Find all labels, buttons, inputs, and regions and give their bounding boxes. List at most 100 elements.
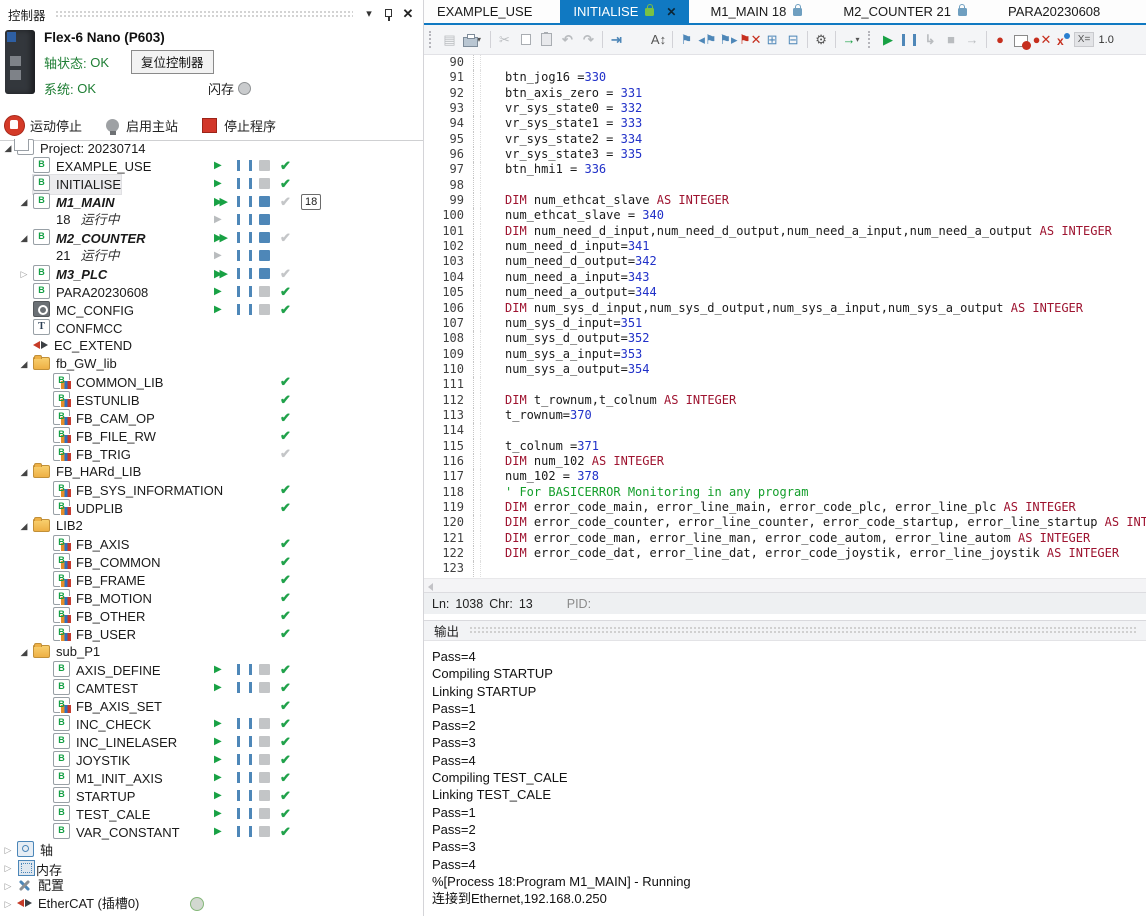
tree-item-PARA20230608[interactable]: PARA20230608▶✔ — [0, 283, 423, 301]
download-program-icon[interactable]: → — [839, 29, 860, 51]
tree-item-M1_MAIN[interactable]: ◢M1_MAIN▶▶✔18 — [0, 193, 423, 211]
collapse-icon[interactable]: ◢ — [18, 355, 30, 373]
trace-debug-icon[interactable] — [1053, 29, 1074, 51]
tree-item-AXIS_DEFINE[interactable]: AXIS_DEFINE▶✔ — [0, 661, 423, 679]
tree-item-_[interactable]: ▷轴 — [0, 841, 423, 859]
paste-icon[interactable] — [536, 29, 557, 51]
stop-icon[interactable] — [259, 286, 270, 297]
pause-icon[interactable] — [237, 682, 252, 693]
tree-item-FB_TRIG[interactable]: FB_TRIG✔ — [0, 445, 423, 463]
expand-icon[interactable]: ▷ — [2, 877, 14, 895]
tab-INITIALISE[interactable]: INITIALISE✕ — [560, 0, 689, 23]
run-icon[interactable]: ▶ — [214, 751, 222, 769]
tree-item-ESTUNLIB[interactable]: ESTUNLIB✔ — [0, 391, 423, 409]
pause-icon[interactable] — [237, 664, 252, 675]
tree-item-INC_LINELASER[interactable]: INC_LINELASER▶✔ — [0, 733, 423, 751]
tree-item-FB_SYS_INFORMATION[interactable]: FB_SYS_INFORMATION✔ — [0, 481, 423, 499]
tree-item-EC_EXTEND[interactable]: EC_EXTEND — [0, 337, 423, 355]
run-icon[interactable]: ▶ — [214, 283, 222, 301]
run-icon[interactable]: ▶ — [214, 301, 222, 319]
close-icon[interactable]: ✕ — [401, 7, 415, 21]
stop-icon[interactable] — [259, 664, 270, 675]
tree-item-_[interactable]: ▷配置 — [0, 877, 423, 895]
continue-icon[interactable]: → — [962, 29, 983, 51]
tree-item-sub_P1[interactable]: ◢sub_P1 — [0, 643, 423, 661]
run-icon[interactable]: ▶ — [214, 805, 222, 823]
tree-item-UDPLIB[interactable]: UDPLIB✔ — [0, 499, 423, 517]
stop-icon[interactable] — [259, 160, 270, 171]
find-icon[interactable] — [627, 29, 648, 51]
clear-bookmarks-icon[interactable]: ⚑✕ — [739, 29, 762, 51]
pause-icon[interactable] — [237, 736, 252, 747]
expand-icon[interactable]: ▷ — [2, 859, 14, 877]
stop-icon[interactable] — [259, 826, 270, 837]
collapse-icon[interactable]: ◢ — [18, 517, 30, 535]
stop-programs-button[interactable]: 停止程序 — [200, 116, 276, 135]
tree-item-FB_AXIS_SET[interactable]: FB_AXIS_SET✔ — [0, 697, 423, 715]
collapse-icon[interactable]: ◢ — [2, 139, 14, 157]
pause-icon[interactable] — [237, 808, 252, 819]
run-icon[interactable]: ▶ — [214, 679, 222, 697]
tree-item-FB_USER[interactable]: FB_USER✔ — [0, 625, 423, 643]
run-icon[interactable]: ▶▶ — [214, 193, 225, 211]
copy-icon[interactable] — [515, 29, 536, 51]
redo-icon[interactable]: ↷ — [578, 29, 599, 51]
tree-item-JOYSTIK[interactable]: JOYSTIK▶✔ — [0, 751, 423, 769]
clear-breakpoints-icon[interactable]: ●✕ — [1032, 29, 1053, 51]
tree-item-FB_AXIS[interactable]: FB_AXIS✔ — [0, 535, 423, 553]
run-icon[interactable]: ▶ — [214, 823, 222, 841]
pause-icon[interactable] — [237, 304, 252, 315]
tree-item-INC_CHECK[interactable]: INC_CHECK▶✔ — [0, 715, 423, 733]
run-icon[interactable]: ▶ — [214, 733, 222, 751]
tree-item-21[interactable]: 21运行中▶ — [0, 247, 423, 265]
collapse-icon[interactable]: ◢ — [18, 193, 30, 211]
goto-line-icon[interactable]: ⇥ — [606, 29, 627, 51]
stop-icon[interactable] — [259, 808, 270, 819]
stop-icon[interactable] — [259, 682, 270, 693]
pause-icon[interactable] — [237, 250, 252, 261]
motion-stop-button[interactable]: 运动停止 — [4, 115, 82, 136]
bookmark-icon[interactable]: ⚑ — [676, 29, 697, 51]
pause-icon[interactable] — [237, 196, 252, 207]
pause-icon[interactable] — [237, 826, 252, 837]
run-icon[interactable]: ▶ — [214, 211, 222, 229]
stop-program-icon[interactable]: ■ — [941, 29, 962, 51]
stop-icon[interactable] — [259, 772, 270, 783]
run-icon[interactable]: ▶ — [214, 157, 222, 175]
tab-M1_MAIN_18[interactable]: M1_MAIN 18 — [697, 0, 815, 23]
hscroll-left-arrow-icon[interactable] — [428, 583, 433, 591]
collapse-icon[interactable]: ◢ — [18, 229, 30, 247]
run-icon[interactable]: ▶▶ — [214, 265, 225, 283]
tab-EXAMPLE_USE[interactable]: EXAMPLE_USE — [424, 0, 545, 23]
tree-item-M2_COUNTER[interactable]: ◢M2_COUNTER▶▶✔ — [0, 229, 423, 247]
stop-icon[interactable] — [259, 736, 270, 747]
stop-icon[interactable] — [259, 196, 270, 207]
run-icon[interactable]: ▶ — [214, 769, 222, 787]
tree-item-INITIALISE[interactable]: INITIALISE▶✔ — [0, 175, 423, 193]
tree-item-FB_MOTION[interactable]: FB_MOTION✔ — [0, 589, 423, 607]
tree-item-CONFMCC[interactable]: CONFMCC — [0, 319, 423, 337]
pause-icon[interactable] — [237, 772, 252, 783]
tab-M2_COUNTER_21[interactable]: M2_COUNTER 21 — [830, 0, 980, 23]
run-icon[interactable]: ▶▶ — [214, 229, 225, 247]
pause-icon[interactable] — [237, 160, 252, 171]
tree-item-FB_HARd_LIB[interactable]: ◢FB_HARd_LIB — [0, 463, 423, 481]
tree-item-FB_FILE_RW[interactable]: FB_FILE_RW✔ — [0, 427, 423, 445]
tree-item-EtherCAT_0_[interactable]: ▷EtherCAT (插槽0) — [0, 895, 423, 913]
panel-menu-icon[interactable]: ▾ — [362, 7, 376, 21]
run-program-icon[interactable]: ▶ — [878, 29, 899, 51]
toggle-breakpoint-icon[interactable] — [1011, 29, 1032, 51]
replace-sort-icon[interactable]: A↕ — [648, 29, 669, 51]
pause-icon[interactable] — [237, 214, 252, 225]
tree-item-CAMTEST[interactable]: CAMTEST▶✔ — [0, 679, 423, 697]
tree-item-STARTUP[interactable]: STARTUP▶✔ — [0, 787, 423, 805]
tree-item-FB_CAM_OP[interactable]: FB_CAM_OP✔ — [0, 409, 423, 427]
tree-item-FB_FRAME[interactable]: FB_FRAME✔ — [0, 571, 423, 589]
tree-item-_[interactable]: ▷内存 — [0, 859, 423, 877]
collapse-icon[interactable]: ◢ — [18, 463, 30, 481]
enable-master-button[interactable]: 启用主站 — [104, 116, 178, 135]
stop-icon[interactable] — [259, 304, 270, 315]
expand-icon[interactable]: ▷ — [18, 265, 30, 283]
tree-item-FB_OTHER[interactable]: FB_OTHER✔ — [0, 607, 423, 625]
next-bookmark-icon[interactable]: ⚑▸ — [718, 29, 739, 51]
